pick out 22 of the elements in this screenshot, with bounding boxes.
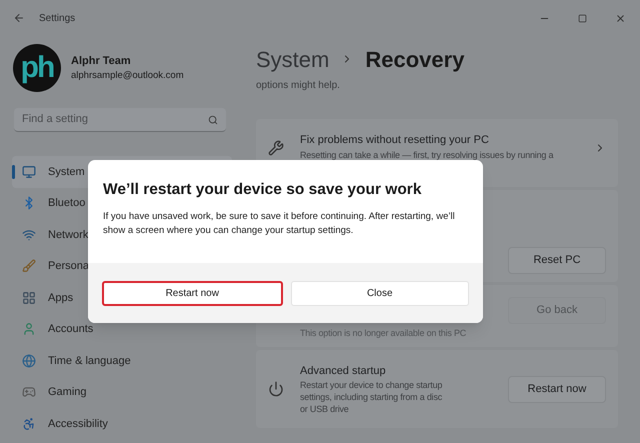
nav-label: Bluetoo xyxy=(48,196,86,211)
window-title: Settings xyxy=(39,12,76,26)
dialog-body: If you have unsaved work, be sure to save it before continuing. After restarting, we’ll show a screen where you can change your startup settings. xyxy=(103,210,456,238)
nav-label: Apps xyxy=(48,290,74,306)
card-description: This option is no longer available on this PC xyxy=(300,327,468,339)
nav-label: Gaming xyxy=(48,385,87,400)
profile-email: alphrsample@outlook.com xyxy=(71,69,184,84)
nav-label: System xyxy=(48,164,85,180)
card-title: Advanced startup xyxy=(300,364,387,379)
card-description: Resetting can take a while — first, try resolving issues by running a xyxy=(300,148,554,160)
nav-label: Persona xyxy=(48,259,89,274)
page-title: Recovery xyxy=(365,46,464,74)
avatar-logo: ph xyxy=(20,53,54,83)
dialog-title: We’ll restart your device so save your work xyxy=(103,180,422,200)
card-description: Restart your device to change startup settings, including starting from a disc or USB drive xyxy=(300,379,444,416)
nav-label: Network xyxy=(48,228,88,242)
card-title: Fix problems without resetting your PC xyxy=(300,133,490,148)
profile-name: Alphr Team xyxy=(71,54,132,69)
nav-label: Time & language xyxy=(48,354,131,368)
nav-label: Accessibility xyxy=(48,416,108,432)
nav-label: Accounts xyxy=(48,322,94,337)
intro-text: options might help. xyxy=(256,79,341,93)
